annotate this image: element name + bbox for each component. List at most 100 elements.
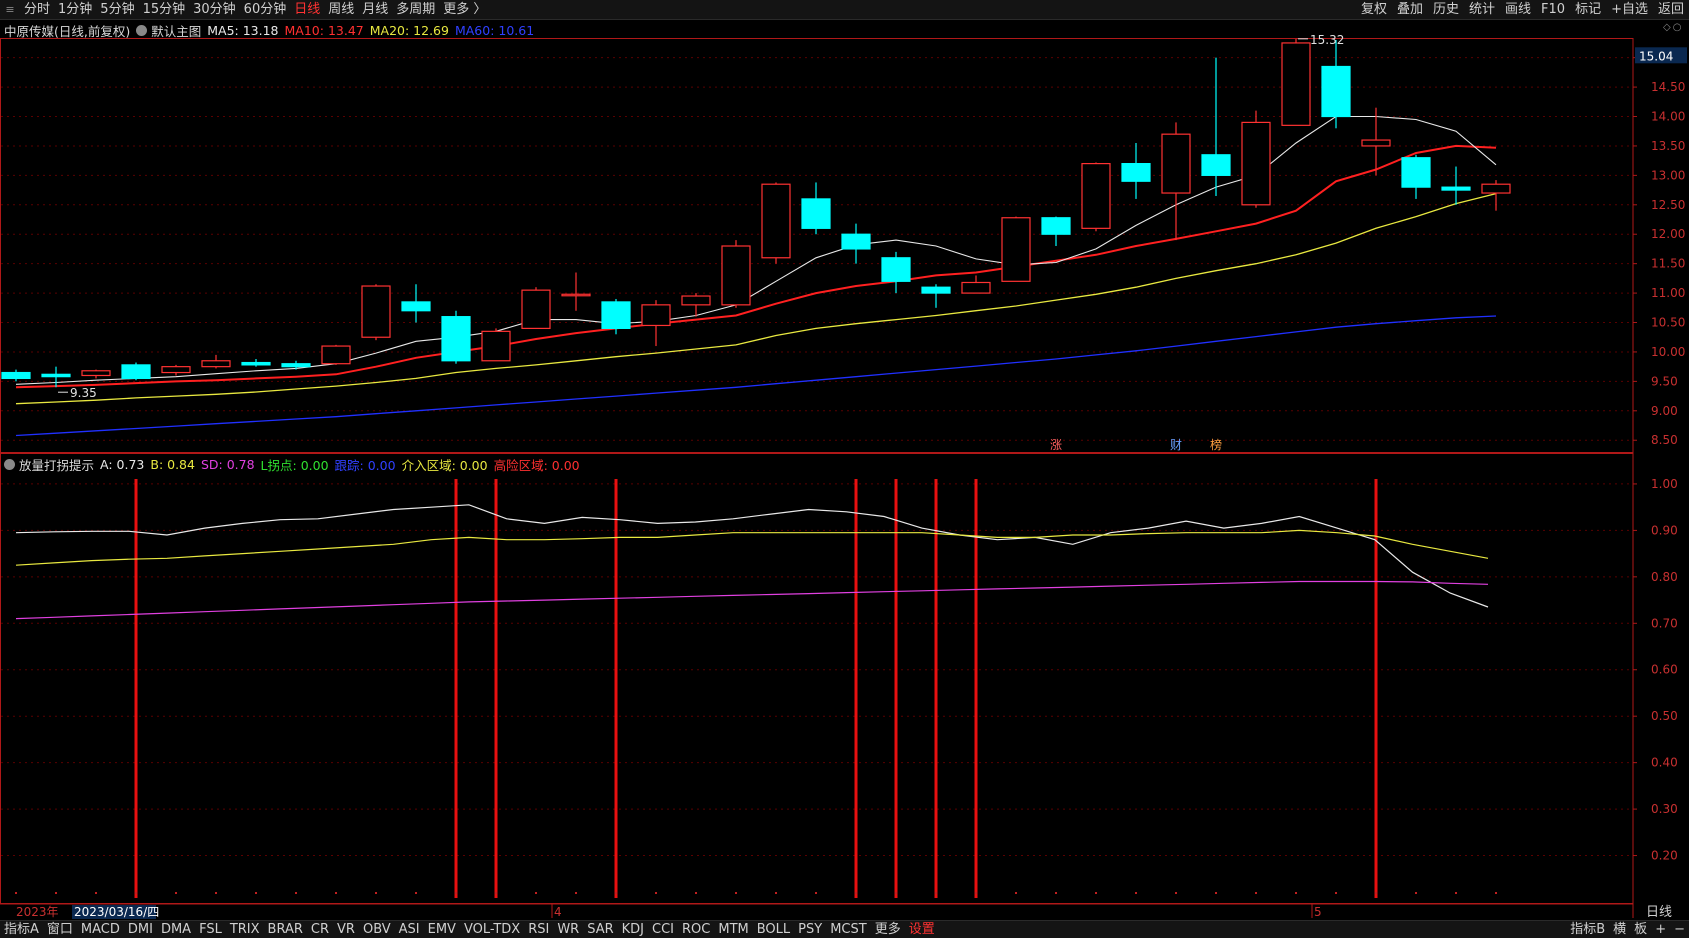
candle-body[interactable] <box>1241 121 1271 206</box>
candle-body[interactable] <box>41 373 71 378</box>
candle-body[interactable] <box>1401 157 1431 188</box>
period-tab[interactable]: 60分钟 <box>240 0 291 20</box>
candle-body[interactable] <box>441 316 471 362</box>
indicator-tab[interactable]: VOL-TDX <box>460 921 524 938</box>
candle-body[interactable] <box>1321 65 1351 118</box>
candle-body[interactable] <box>321 345 351 365</box>
indicator-tab[interactable]: WR <box>553 921 583 938</box>
indicator-right-button[interactable]: 板 <box>1630 921 1651 938</box>
indicator-right-button[interactable]: − <box>1670 921 1689 938</box>
period-tab[interactable]: 5分钟 <box>96 0 138 20</box>
candle-body[interactable] <box>81 370 111 377</box>
indicator-tab[interactable]: SAR <box>583 921 617 938</box>
period-tab[interactable]: 30分钟 <box>189 0 240 20</box>
indicator-tab[interactable]: MACD <box>77 921 124 938</box>
x-axis-dot <box>1495 892 1497 894</box>
indicator-tab[interactable]: FSL <box>195 921 226 938</box>
indicator-tab[interactable]: 更多 <box>871 921 905 938</box>
indicator-tab[interactable]: 设置 <box>905 921 939 938</box>
candle-body[interactable] <box>401 301 431 312</box>
candle-body[interactable] <box>841 233 871 250</box>
tool-button[interactable]: 统计 <box>1464 0 1500 20</box>
candle-body[interactable] <box>1361 139 1391 147</box>
indicator-tab[interactable]: EMV <box>424 921 460 938</box>
candle-body[interactable] <box>921 286 951 294</box>
candle-body[interactable] <box>1281 42 1311 126</box>
candle-body[interactable] <box>1201 154 1231 176</box>
period-tab[interactable]: 15分钟 <box>139 0 190 20</box>
period-tab[interactable]: 多周期 <box>392 0 439 20</box>
tool-button[interactable]: 历史 <box>1428 0 1464 20</box>
template-gear-icon[interactable] <box>136 24 148 36</box>
candle-body[interactable] <box>1161 133 1191 194</box>
panel-circle-icon[interactable]: ○ <box>1673 22 1682 38</box>
candle-body[interactable] <box>1001 217 1031 282</box>
x-axis-dot <box>975 892 977 894</box>
candle-body[interactable] <box>681 295 711 306</box>
indicator-tab[interactable]: OBV <box>359 921 395 938</box>
indicator-tab[interactable]: TRIX <box>226 921 264 938</box>
corner-menu-icon[interactable]: ≡ <box>0 0 20 20</box>
tool-button[interactable]: 画线 <box>1500 0 1536 20</box>
candle-body[interactable] <box>281 363 311 368</box>
candle-body[interactable] <box>1441 186 1471 191</box>
indicator-tab[interactable]: ASI <box>395 921 424 938</box>
candle-body[interactable] <box>721 245 751 306</box>
candle-body[interactable] <box>561 293 591 297</box>
candle-body[interactable] <box>761 183 791 259</box>
panel-diamond-icon[interactable]: ◇ <box>1663 22 1671 38</box>
indicator-name[interactable]: 放量打拐提示 <box>19 455 94 474</box>
candle-body[interactable] <box>241 361 271 366</box>
candle-body[interactable] <box>1481 183 1511 194</box>
indicator-tab[interactable]: 窗口 <box>43 921 77 938</box>
candle-body[interactable] <box>1121 163 1151 182</box>
candle-body[interactable] <box>481 330 511 362</box>
tool-button[interactable]: +自选 <box>1606 0 1653 20</box>
candle-body[interactable] <box>801 198 831 229</box>
indicator-tab[interactable]: MCST <box>826 921 871 938</box>
indicator-tab[interactable]: BRAR <box>264 921 307 938</box>
candle-body[interactable] <box>161 366 191 374</box>
candle-body[interactable] <box>641 304 671 327</box>
x-axis-dot <box>295 892 297 894</box>
indicator-tab[interactable]: PSY <box>794 921 826 938</box>
indicator-gear-icon[interactable] <box>4 458 15 470</box>
candle-body[interactable] <box>121 364 151 380</box>
period-tab[interactable]: 日线 <box>290 0 324 20</box>
indicator-tab[interactable]: CCI <box>648 921 678 938</box>
period-tab[interactable]: 月线 <box>358 0 392 20</box>
indicator-tab[interactable]: VR <box>333 921 359 938</box>
candle-body[interactable] <box>1 371 31 380</box>
candle-body[interactable] <box>1041 217 1071 235</box>
template-name[interactable]: 默认主图 <box>151 21 201 40</box>
candle-body[interactable] <box>961 281 991 294</box>
indicator-right-button[interactable]: 指标B <box>1566 921 1609 938</box>
candle-body[interactable] <box>201 360 231 368</box>
indicator-tab[interactable]: BOLL <box>753 921 794 938</box>
indicator-right-button[interactable]: 横 <box>1609 921 1630 938</box>
tool-button[interactable]: 叠加 <box>1392 0 1428 20</box>
sub-y-tick-label: 0.20 <box>1651 849 1678 863</box>
tool-button[interactable]: 返回 <box>1653 0 1689 20</box>
indicator-tab[interactable]: DMA <box>157 921 195 938</box>
period-tab[interactable]: 更多 〉 <box>439 0 490 20</box>
indicator-tab[interactable]: MTM <box>714 921 752 938</box>
tool-button[interactable]: 复权 <box>1356 0 1392 20</box>
indicator-tab[interactable]: ROC <box>678 921 714 938</box>
indicator-tab[interactable]: CR <box>307 921 333 938</box>
indicator-tab[interactable]: RSI <box>524 921 553 938</box>
candle-body[interactable] <box>881 257 911 282</box>
indicator-tab[interactable]: DMI <box>124 921 157 938</box>
indicator-tab[interactable]: KDJ <box>618 921 648 938</box>
tool-button[interactable]: 标记 <box>1570 0 1606 20</box>
indicator-tab[interactable]: 指标A <box>0 921 43 938</box>
period-tab[interactable]: 1分钟 <box>54 0 96 20</box>
candle-body[interactable] <box>1081 163 1111 229</box>
indicator-right-button[interactable]: + <box>1651 921 1670 938</box>
candle-body[interactable] <box>361 285 391 338</box>
tool-button[interactable]: F10 <box>1536 0 1570 20</box>
period-tab[interactable]: 分时 <box>20 0 54 20</box>
candle-body[interactable] <box>601 301 631 329</box>
period-tab[interactable]: 周线 <box>324 0 358 20</box>
candle-body[interactable] <box>521 289 551 329</box>
